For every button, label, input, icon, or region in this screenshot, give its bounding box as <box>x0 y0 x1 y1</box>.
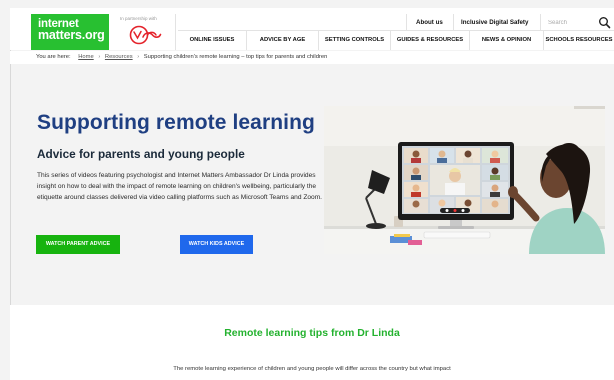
page-title: Supporting remote learning <box>37 111 315 134</box>
nav-guides-resources[interactable]: GUIDES & RESOURCES <box>391 31 470 50</box>
virgin-media-logo[interactable] <box>128 25 162 45</box>
inclusive-digital-safety-link[interactable]: Inclusive Digital Safety <box>461 14 528 31</box>
search-box <box>540 14 614 31</box>
about-us-link[interactable]: About us <box>416 14 443 31</box>
logo-line2: matters.org <box>38 28 105 42</box>
hero-description: This series of videos featuring psycholo… <box>37 172 323 201</box>
watch-kids-advice-button[interactable]: WATCH KIDS ADVICE <box>180 235 253 254</box>
partner-block: In partnership with <box>110 14 176 50</box>
breadcrumb-resources[interactable]: Resources <box>105 54 133 60</box>
search-input[interactable] <box>544 16 594 29</box>
nav-setting-controls[interactable]: SETTING CONTROLS <box>319 31 391 50</box>
watch-parent-advice-button[interactable]: WATCH PARENT ADVICE <box>36 235 120 254</box>
divider <box>453 14 454 31</box>
internet-matters-logo[interactable]: internet matters.org <box>31 14 109 50</box>
chevron-right-icon: › <box>98 54 101 60</box>
breadcrumb: You are here: Home › Resources › Support… <box>10 51 614 64</box>
search-icon[interactable] <box>598 16 611 29</box>
breadcrumb-prefix: You are here: <box>36 54 71 60</box>
main-nav: ONLINE ISSUES ADVICE BY AGE SETTING CONT… <box>178 31 614 50</box>
tips-section: Remote learning tips from Dr Linda The r… <box>10 305 614 380</box>
breadcrumb-current: Supporting children's remote learning – … <box>143 54 328 60</box>
breadcrumb-home[interactable]: Home <box>78 54 93 60</box>
hero-image <box>324 106 605 254</box>
page-subtitle: Advice for parents and young people <box>37 147 245 161</box>
remote-learning-illustration <box>324 106 605 254</box>
tips-title: Remote learning tips from Dr Linda <box>224 327 400 339</box>
nav-online-issues[interactable]: ONLINE ISSUES <box>178 31 247 50</box>
site-header: internet matters.org In partnership with… <box>10 8 614 50</box>
divider <box>406 14 407 31</box>
nav-news-opinion[interactable]: NEWS & OPINION <box>470 31 544 50</box>
chevron-right-icon: › <box>137 54 140 60</box>
partner-label: In partnership with <box>120 16 157 21</box>
nav-advice-by-age[interactable]: ADVICE BY AGE <box>247 31 319 50</box>
tips-intro: The remote learning experience of childr… <box>173 366 451 372</box>
top-links-bar: About us Inclusive Digital Safety <box>178 14 614 31</box>
nav-schools-resources[interactable]: SCHOOLS RESOURCES <box>544 31 614 50</box>
